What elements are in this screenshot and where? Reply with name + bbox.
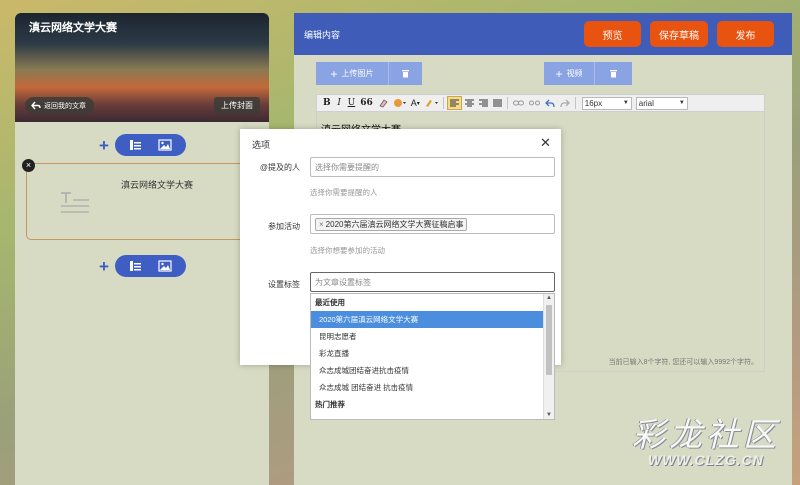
color-picker-icon[interactable] <box>391 96 408 110</box>
mention-hint: 选择你需要提醒的人 <box>310 188 378 197</box>
article-block-card[interactable]: × 滇云网络文学大赛 <box>22 159 259 240</box>
eraser-icon[interactable] <box>376 96 390 110</box>
font-family-select[interactable]: arial ▼ <box>635 96 688 110</box>
dropdown-header-recent: 最近使用 <box>315 298 345 307</box>
trash-icon <box>402 70 409 78</box>
watermark-url: WWW.CLZG.CN <box>648 452 764 468</box>
close-icon[interactable]: × <box>22 159 35 172</box>
close-icon[interactable]: ✕ <box>540 136 551 149</box>
article-preview-panel: 滇云网络文学大赛 返回我的文章 上传封面 + × 滇云网络文学大赛 + <box>15 13 269 485</box>
underline-button[interactable]: U <box>346 96 358 110</box>
dropdown-option[interactable]: 2020第六届滇云网络文学大赛 <box>311 311 543 328</box>
text-block-icon[interactable] <box>129 259 143 273</box>
link-icon[interactable] <box>511 96 526 110</box>
card-title: 滇云网络文学大赛 <box>121 180 194 190</box>
trash-icon <box>610 70 617 78</box>
add-block-pill <box>115 255 186 277</box>
upload-video-button[interactable]: + 视频 <box>544 62 594 85</box>
image-icon[interactable] <box>158 138 172 152</box>
quote-button[interactable]: 66 <box>358 96 375 110</box>
dropdown-option[interactable]: 昆明志愿者 <box>311 328 543 345</box>
tag-label: 设置标签 <box>268 280 300 289</box>
upload-image-button[interactable]: + 上传图片 <box>316 62 388 85</box>
undo-icon[interactable] <box>543 96 557 110</box>
add-block-row-bottom: + <box>97 255 186 277</box>
upload-image-label: 上传图片 <box>341 69 374 78</box>
back-arrow-icon <box>31 101 41 110</box>
activity-tag: × 2020第六届滇云网络文学大赛征稿启事 <box>315 217 468 231</box>
italic-button[interactable]: I <box>334 96 345 110</box>
tag-input[interactable]: 为文章设置标签 <box>310 272 555 292</box>
editor-header: 编辑内容 预览 保存草稿 发布 <box>294 13 792 55</box>
dropdown-header-hot: 热门推荐 <box>315 400 345 409</box>
scroll-up-icon[interactable]: ▲ <box>546 295 552 301</box>
dialog-title: 选项 <box>252 140 271 150</box>
activity-hint: 选择你想要参加的活动 <box>310 246 385 255</box>
plus-icon: + <box>555 66 563 81</box>
image-upload-group: + 上传图片 <box>316 62 422 85</box>
plus-icon: + <box>330 66 338 81</box>
highlight-icon[interactable] <box>423 96 440 110</box>
scroll-down-icon[interactable]: ▼ <box>546 412 552 418</box>
editor-toolbar: B I U 66 A ▾ 16px ▼ arial ▼ <box>316 94 765 112</box>
add-block-pill <box>115 134 186 156</box>
toolbar-divider <box>506 97 508 109</box>
back-label: 返回我的文章 <box>44 102 86 110</box>
editor-title: 编辑内容 <box>304 30 341 40</box>
activity-tag-label: 2020第六届滇云网络文学大赛征稿启事 <box>325 219 464 229</box>
options-dialog: 选项 ✕ @提及的人 选择你需要提醒的 选择你需要提醒的人 参加活动 × 202… <box>240 129 561 420</box>
video-label: 视频 <box>566 69 583 78</box>
dropdown-option[interactable]: 彩龙直播 <box>311 345 543 362</box>
dropdown-scrollbar[interactable]: ▲ ▼ <box>543 294 554 419</box>
toolbar-divider <box>574 97 576 109</box>
align-left-icon[interactable] <box>446 96 462 110</box>
redo-icon[interactable] <box>558 96 572 110</box>
delete-image-button[interactable] <box>388 62 422 85</box>
text-placeholder-icon <box>61 192 89 213</box>
activity-select[interactable]: × 2020第六届滇云网络文学大赛征稿启事 <box>310 214 555 234</box>
add-block-row-top: + <box>97 134 186 156</box>
cover-image: 滇云网络文学大赛 返回我的文章 上传封面 <box>15 13 269 122</box>
publish-button[interactable]: 发布 <box>717 21 774 47</box>
preview-button[interactable]: 预览 <box>584 21 641 47</box>
tag-dropdown: 最近使用 2020第六届滇云网络文学大赛 昆明志愿者 彩龙直播 众志成城团结奋进… <box>310 293 555 420</box>
align-right-icon[interactable] <box>477 96 490 110</box>
align-center-icon[interactable] <box>463 96 476 110</box>
char-count: 当前已输入8个字符, 您还可以输入9992个字符。 <box>608 359 758 366</box>
text-block-icon[interactable] <box>129 138 143 152</box>
delete-video-button[interactable] <box>594 62 632 85</box>
font-size-select[interactable]: 16px ▼ <box>581 96 632 110</box>
save-draft-button[interactable]: 保存草稿 <box>650 21 708 47</box>
bold-button[interactable]: B <box>321 96 333 110</box>
mention-input[interactable]: 选择你需要提醒的 <box>310 157 555 177</box>
align-justify-icon[interactable] <box>491 96 504 110</box>
font-size-value: 16px <box>584 98 603 108</box>
cover-title: 滇云网络文学大赛 <box>29 22 117 34</box>
toolbar-divider <box>442 97 444 109</box>
chevron-down-icon: ▼ <box>678 100 685 106</box>
plus-icon[interactable]: + <box>97 137 111 154</box>
font-family-value: arial <box>638 98 654 108</box>
upload-cover-button[interactable]: 上传封面 <box>214 97 260 114</box>
back-to-my-articles-button[interactable]: 返回我的文章 <box>25 97 94 114</box>
dropdown-option[interactable]: 众志成城团结奋进抗击疫情 <box>311 362 543 379</box>
chevron-down-icon: ▼ <box>622 100 629 106</box>
video-upload-group: + 视频 <box>544 62 632 85</box>
unlink-icon[interactable] <box>527 96 542 110</box>
activity-label: 参加活动 <box>268 222 300 231</box>
scrollbar-thumb[interactable] <box>546 305 552 375</box>
dropdown-option[interactable]: 众志成城 团结奋进 抗击疫情 <box>311 379 543 396</box>
image-icon[interactable] <box>158 259 172 273</box>
mention-label: @提及的人 <box>259 163 300 172</box>
remove-tag-icon[interactable]: × <box>319 220 324 229</box>
watermark-logo: 彩龙社区 <box>632 415 780 454</box>
plus-icon[interactable]: + <box>97 258 111 275</box>
font-color-button[interactable]: A ▾ <box>409 96 422 110</box>
